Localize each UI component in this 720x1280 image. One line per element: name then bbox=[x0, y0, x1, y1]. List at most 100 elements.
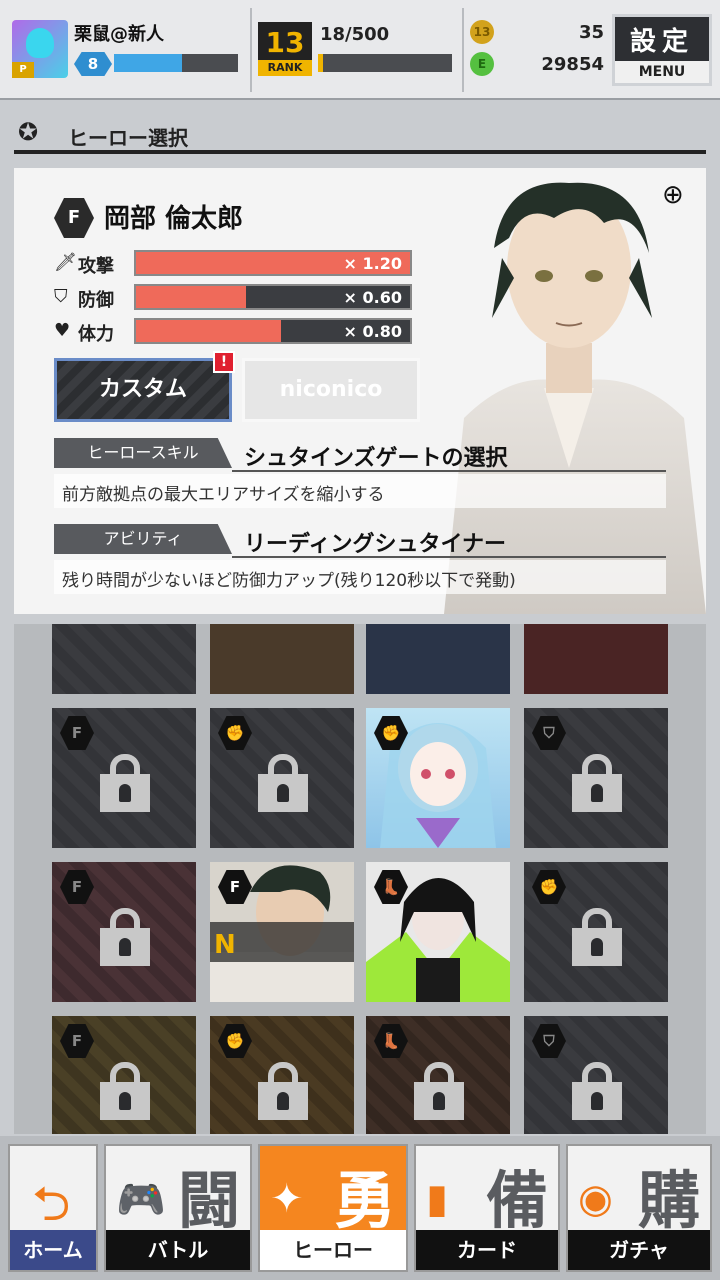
custom-button[interactable]: カスタム ! bbox=[54, 351, 235, 422]
hero-name: 岡部 倫太郎 bbox=[104, 204, 244, 234]
lock-icon bbox=[100, 1062, 150, 1120]
stat-hp: ♥ 体力 × 0.80 bbox=[54, 318, 414, 345]
tab-gacha[interactable]: ◉ 購 ガチャ bbox=[566, 1144, 712, 1272]
user-avatar[interactable]: P bbox=[12, 20, 68, 78]
tab-battle[interactable]: 🎮 闘 バトル bbox=[104, 1144, 252, 1272]
hero-cell-locked[interactable]: F bbox=[52, 862, 196, 1002]
lock-icon bbox=[414, 1062, 464, 1120]
hero-cell-locked[interactable]: 👢 bbox=[366, 1016, 510, 1134]
niconico-button-label: niconico bbox=[279, 377, 383, 402]
ability-row: アビリティ リーディングシュタイナー bbox=[54, 524, 666, 558]
hero-cell-locked[interactable]: ✊ bbox=[524, 862, 668, 1002]
hero-figure-icon: ✦ bbox=[270, 1176, 304, 1222]
custom-button-label: カスタム bbox=[98, 377, 187, 402]
hero-cell-locked[interactable]: ⛉ bbox=[524, 708, 668, 848]
lock-icon bbox=[572, 754, 622, 812]
stat-label: 防御 bbox=[78, 290, 114, 311]
tab-kanji: 闘 bbox=[177, 1164, 240, 1237]
shield-icon: ⛉ bbox=[54, 286, 68, 307]
card-icon: ▮ bbox=[426, 1176, 449, 1222]
stat-defense: ⛉ 防御 × 0.60 bbox=[54, 284, 414, 311]
tab-kanji: 購 bbox=[637, 1164, 700, 1237]
hero-skill-name: シュタインズゲートの選択 bbox=[244, 446, 508, 471]
stat-bar: × 0.80 bbox=[134, 318, 412, 344]
tab-label: ヒーロー bbox=[260, 1230, 406, 1270]
user-name: 栗鼠@新人 bbox=[74, 24, 164, 45]
lock-icon bbox=[258, 1062, 308, 1120]
hero-skill-description: 前方敵拠点の最大エリアサイズを縮小する bbox=[54, 474, 666, 508]
hero-cell[interactable] bbox=[524, 624, 668, 694]
rank-count: 18/500 bbox=[320, 24, 390, 45]
gold-coin-icon: 13 bbox=[470, 20, 494, 44]
zoom-in-icon[interactable]: ⊕ bbox=[662, 180, 684, 210]
stat-value: × 0.60 bbox=[343, 288, 402, 307]
hero-detail-panel: ⊕ F 岡部 倫太郎 🗡 攻撃 × 1.20 ⛉ 防御 × 0.60 ♥ 体力 … bbox=[14, 168, 706, 614]
stat-attack: 🗡 攻撃 × 1.20 bbox=[54, 250, 414, 277]
hero-cell-locked[interactable]: F bbox=[52, 1016, 196, 1134]
tab-label: ガチャ bbox=[568, 1230, 710, 1270]
stat-label: 体力 bbox=[78, 324, 114, 345]
bottom-nav: ⮌ ホーム 🎮 闘 バトル ✦ 勇 ヒーロー ▮ 備 カード ◉ 購 ガチャ bbox=[0, 1136, 720, 1280]
stat-value: × 0.80 bbox=[343, 322, 402, 341]
hero-cell-unlocked[interactable]: 👢 bbox=[366, 862, 510, 1002]
stat-bar-fill bbox=[136, 286, 246, 308]
hero-cell-locked[interactable]: F bbox=[52, 708, 196, 848]
stat-bar-fill bbox=[136, 320, 282, 342]
lock-icon bbox=[100, 754, 150, 812]
hero-select-grid: F ✊ ✊ ⛉ F F N 👢 ✊ F ✊ 👢 ⛉ bbox=[14, 624, 706, 1134]
rank-number: 13 bbox=[265, 26, 305, 59]
hero-figure-icon: ✪ bbox=[18, 118, 39, 146]
tab-label: バトル bbox=[106, 1230, 250, 1270]
tab-kanji: 勇 bbox=[333, 1164, 396, 1237]
stat-value: × 1.20 bbox=[343, 254, 402, 273]
page-title-bar: ✪ ヒーロー選択 bbox=[0, 108, 720, 160]
ability-description: 残り時間が少ないほど防御力アップ(残り120秒以下で発動) bbox=[54, 560, 666, 594]
lock-icon bbox=[258, 754, 308, 812]
hero-cell[interactable] bbox=[210, 624, 354, 694]
rank-progress-fill bbox=[318, 54, 324, 72]
lock-icon bbox=[572, 1062, 622, 1120]
hero-cell-unlocked[interactable]: ✊ bbox=[366, 708, 510, 848]
tab-home[interactable]: ⮌ ホーム bbox=[8, 1144, 98, 1272]
divider bbox=[250, 8, 252, 92]
gamepad-icon: 🎮 bbox=[116, 1177, 166, 1223]
gold-coin-count: 35 bbox=[578, 22, 604, 43]
hero-cell-locked[interactable]: ⛉ bbox=[524, 1016, 668, 1134]
rank-label: RANK bbox=[258, 60, 312, 76]
lock-icon bbox=[572, 908, 622, 966]
rarity-label: N bbox=[214, 930, 236, 960]
stat-label: 攻撃 bbox=[78, 256, 114, 277]
tab-label: カード bbox=[416, 1230, 558, 1270]
ability-tag: アビリティ bbox=[54, 524, 232, 554]
green-coin-count: 29854 bbox=[541, 54, 604, 75]
hero-cell-locked[interactable]: ✊ bbox=[210, 1016, 354, 1134]
stat-bar: × 1.20 bbox=[134, 250, 412, 276]
hero-cell[interactable] bbox=[52, 624, 196, 694]
menu-button[interactable]: 設定 MENU bbox=[612, 14, 712, 86]
hero-skill-tag: ヒーロースキル bbox=[54, 438, 232, 468]
menu-kanji: 設定 bbox=[629, 27, 694, 57]
top-status-bar: P 栗鼠@新人 8 13 RANK 18/500 13 35 E 29854 設… bbox=[0, 0, 720, 100]
heart-icon: ♥ bbox=[54, 320, 71, 341]
tab-card[interactable]: ▮ 備 カード bbox=[414, 1144, 560, 1272]
niconico-button[interactable]: niconico bbox=[242, 358, 420, 422]
ability-name: リーディングシュタイナー bbox=[244, 532, 507, 557]
alert-icon: ! bbox=[213, 351, 235, 373]
avatar-character-icon bbox=[26, 28, 54, 58]
tab-hero[interactable]: ✦ 勇 ヒーロー bbox=[258, 1144, 408, 1272]
rank-progress-bar bbox=[318, 54, 452, 72]
hero-cell[interactable] bbox=[366, 624, 510, 694]
tab-kanji: 備 bbox=[485, 1164, 548, 1237]
hero-cell-locked[interactable]: ✊ bbox=[210, 708, 354, 848]
lock-icon bbox=[100, 908, 150, 966]
page-title: ヒーロー選択 bbox=[68, 126, 188, 150]
hero-type-icon: F bbox=[54, 198, 94, 238]
cell-art bbox=[52, 624, 196, 694]
title-underline bbox=[14, 150, 706, 154]
rank-badge-icon: 13 RANK bbox=[258, 22, 312, 76]
divider bbox=[232, 556, 666, 558]
hero-cell-selected[interactable]: F N bbox=[210, 862, 354, 1002]
stat-bar: × 0.60 bbox=[134, 284, 412, 310]
divider bbox=[232, 470, 666, 472]
sword-icon: 🗡 bbox=[54, 252, 77, 273]
